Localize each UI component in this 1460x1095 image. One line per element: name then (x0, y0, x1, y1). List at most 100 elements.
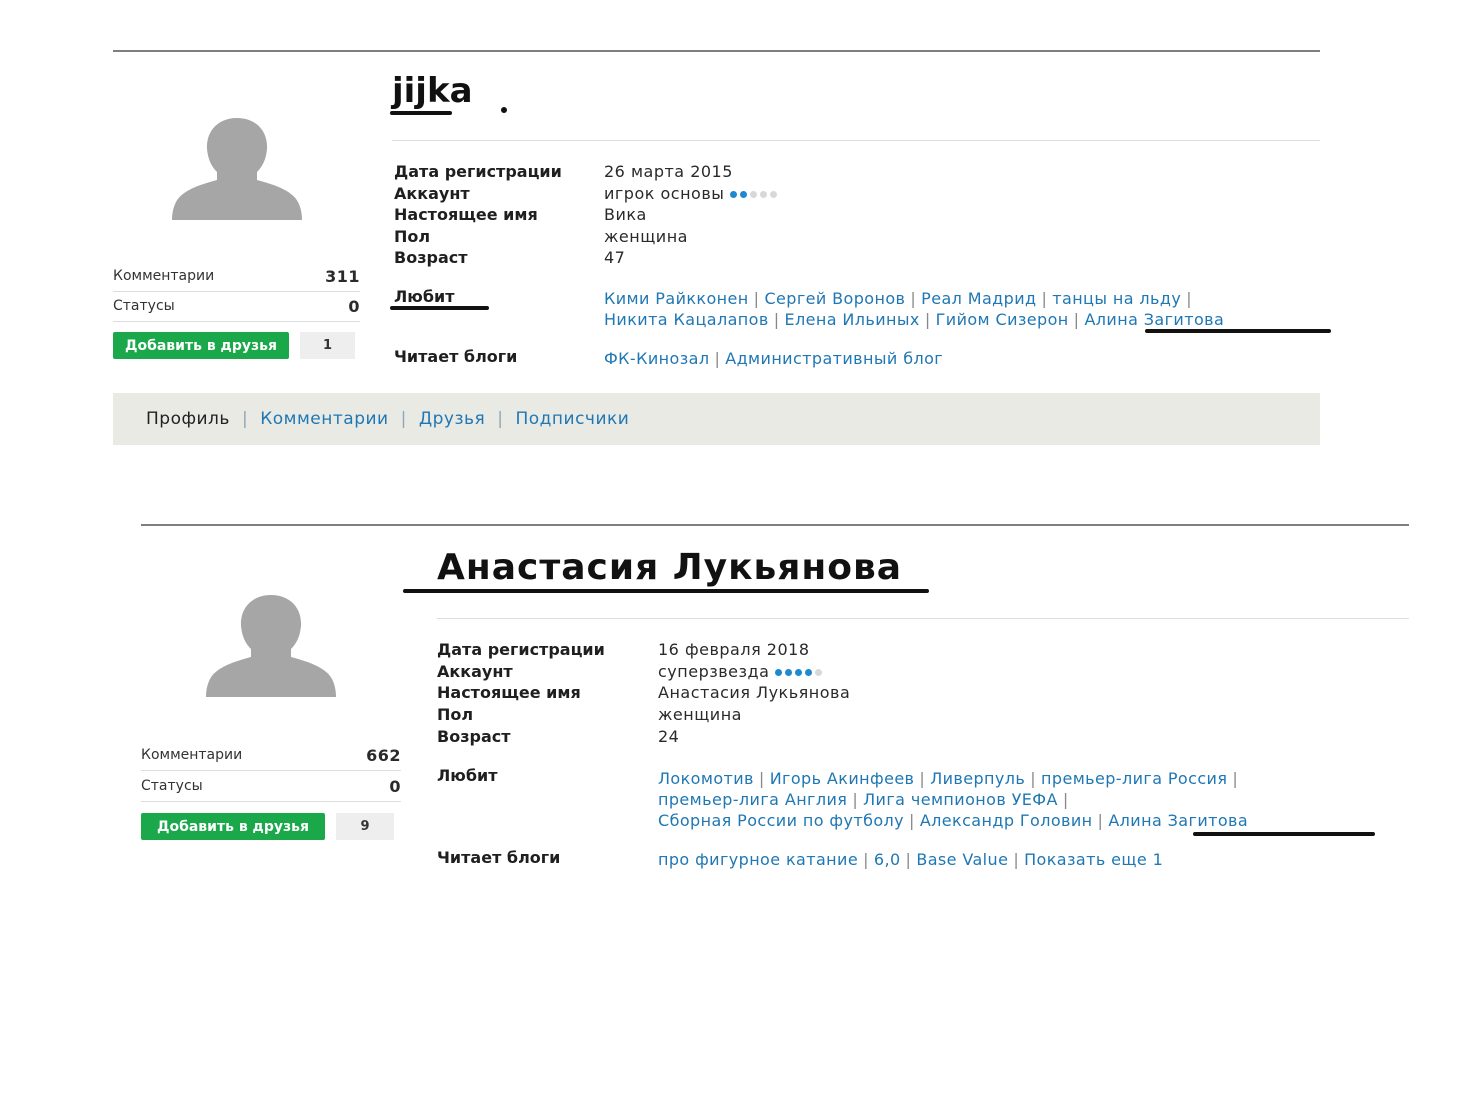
add-friend-button[interactable]: Добавить в друзья (141, 813, 325, 840)
level-dot-empty (760, 191, 768, 198)
link-separator: | (852, 790, 859, 809)
link-item[interactable]: Никита Кацалапов (604, 310, 769, 329)
link-item[interactable]: Локомотив (658, 769, 754, 788)
header-divider (437, 618, 1409, 619)
tab-separator: | (497, 409, 504, 429)
avatar-placeholder-icon (170, 116, 304, 220)
link-item[interactable]: Алина Загитова (1108, 811, 1248, 830)
profile-top-divider (113, 50, 1320, 52)
link-item[interactable]: танцы на льду (1052, 289, 1181, 308)
link-separator: | (919, 769, 926, 788)
link-separator: | (1030, 769, 1037, 788)
stat-comments-label: Комментарии (141, 747, 243, 763)
real-name-value: Вика (604, 205, 647, 224)
account-label: Аккаунт (437, 662, 513, 681)
level-dot-filled (740, 191, 748, 198)
tab-friends[interactable]: Друзья (419, 409, 485, 429)
age-value: 47 (604, 248, 626, 267)
link-separator: | (863, 850, 869, 869)
link-item[interactable]: Base Value (916, 850, 1008, 869)
link-item[interactable]: Показать еще 1 (1024, 850, 1163, 869)
link-item[interactable]: Гийом Сизерон (936, 310, 1069, 329)
likes-label: Любит (394, 287, 455, 306)
link-separator: | (1232, 769, 1239, 788)
real-name-label: Настоящее имя (394, 205, 538, 224)
registration-label: Дата регистрации (394, 162, 562, 181)
likes-list: Локомотив | Игорь Акинфеев | Ливерпуль | премь… (658, 768, 1398, 831)
link-item[interactable]: Реал Мадрид (921, 289, 1036, 308)
likes-label: Любит (437, 766, 498, 785)
link-item[interactable]: Алина Загитова (1084, 310, 1224, 329)
link-separator: | (773, 310, 780, 329)
link-separator: | (1041, 289, 1048, 308)
level-dot-filled (795, 669, 803, 676)
link-separator: | (1073, 310, 1080, 329)
real-name-label: Настоящее имя (437, 683, 581, 702)
registration-value: 26 марта 2015 (604, 162, 733, 181)
friend-count-badge: 9 (336, 813, 394, 840)
stat-divider (141, 770, 401, 771)
profile-card-2: Комментарии 662 Статусы 0 Добавить в дру… (141, 524, 1409, 884)
handwritten-underline (390, 306, 489, 310)
registration-label: Дата регистрации (437, 640, 605, 659)
stat-statuses[interactable]: Статусы 0 (141, 772, 401, 800)
stat-comments[interactable]: Комментарии 311 (113, 262, 360, 290)
link-item[interactable]: Александр Головин (920, 811, 1093, 830)
link-item[interactable]: Административный блог (725, 349, 943, 368)
link-item[interactable]: Ливерпуль (930, 769, 1025, 788)
link-item[interactable]: про фигурное катание (658, 850, 858, 869)
stat-comments[interactable]: Комментарии 662 (141, 741, 401, 769)
link-item[interactable]: Лига чемпионов УЕФА (863, 790, 1058, 809)
add-friend-button[interactable]: Добавить в друзья (113, 332, 289, 359)
blogs-list: про фигурное катание | 6,0 | Base Value | Пока… (658, 849, 1398, 870)
profile-card-1: Комментарии 311 Статусы 0 Добавить в дру… (113, 50, 1331, 450)
account-value: игрок основы (604, 184, 725, 203)
profile-tab-bar: Профиль | Комментарии | Друзья | Подписч… (113, 393, 1320, 445)
link-item[interactable]: ФК-Кинозал (604, 349, 709, 368)
blogs-list: ФК-Кинозал | Административный блог (604, 348, 1324, 369)
tab-separator: | (241, 409, 249, 429)
account-value: суперзвезда (658, 662, 770, 681)
blogs-label: Читает блоги (437, 848, 561, 867)
link-item[interactable]: Сборная России по футболу (658, 811, 904, 830)
tab-comments[interactable]: Комментарии (260, 409, 388, 429)
stat-comments-label: Комментарии (113, 268, 215, 284)
user-silhouette-icon (172, 118, 302, 220)
gender-value: женщина (658, 705, 742, 724)
link-item[interactable]: Сергей Воронов (764, 289, 905, 308)
link-item[interactable]: 6,0 (874, 850, 901, 869)
likes-list: Кими Райкконен | Сергей Воронов | Реал Мадри… (604, 288, 1324, 330)
link-item[interactable]: премьер-лига Россия (1041, 769, 1227, 788)
age-label: Возраст (394, 248, 468, 267)
link-separator: | (714, 349, 721, 368)
gender-value: женщина (604, 227, 688, 246)
username-heading: Анастасия Лукьянова (437, 547, 903, 588)
handwritten-underline (1193, 832, 1375, 836)
link-item[interactable]: Елена Ильиных (784, 310, 919, 329)
user-silhouette-icon (206, 595, 336, 697)
link-separator: | (909, 811, 915, 830)
account-label: Аккаунт (394, 184, 470, 203)
registration-value: 16 февраля 2018 (658, 640, 810, 659)
level-dot-empty (815, 669, 823, 676)
tab-profile[interactable]: Профиль (146, 409, 230, 429)
friend-count-badge: 1 (300, 332, 355, 359)
account-level-dots (775, 669, 823, 676)
stat-statuses[interactable]: Статусы 0 (113, 292, 360, 320)
link-item[interactable]: Кими Райкконен (604, 289, 749, 308)
stat-statuses-value: 0 (389, 776, 401, 796)
stat-statuses-value: 0 (348, 296, 360, 316)
gender-label: Пол (394, 227, 431, 246)
link-separator: | (1097, 811, 1104, 830)
age-label: Возраст (437, 727, 511, 746)
tab-subscribers[interactable]: Подписчики (515, 409, 629, 429)
profile-top-divider (141, 524, 1409, 526)
link-separator: | (905, 850, 912, 869)
link-item[interactable]: Игорь Акинфеев (770, 769, 915, 788)
level-dot-empty (770, 191, 778, 198)
link-item[interactable]: премьер-лига Англия (658, 790, 847, 809)
handwritten-underline (390, 111, 452, 115)
gender-label: Пол (437, 705, 474, 724)
level-dot-filled (775, 669, 783, 676)
account-value-row: игрок основы (604, 184, 778, 203)
